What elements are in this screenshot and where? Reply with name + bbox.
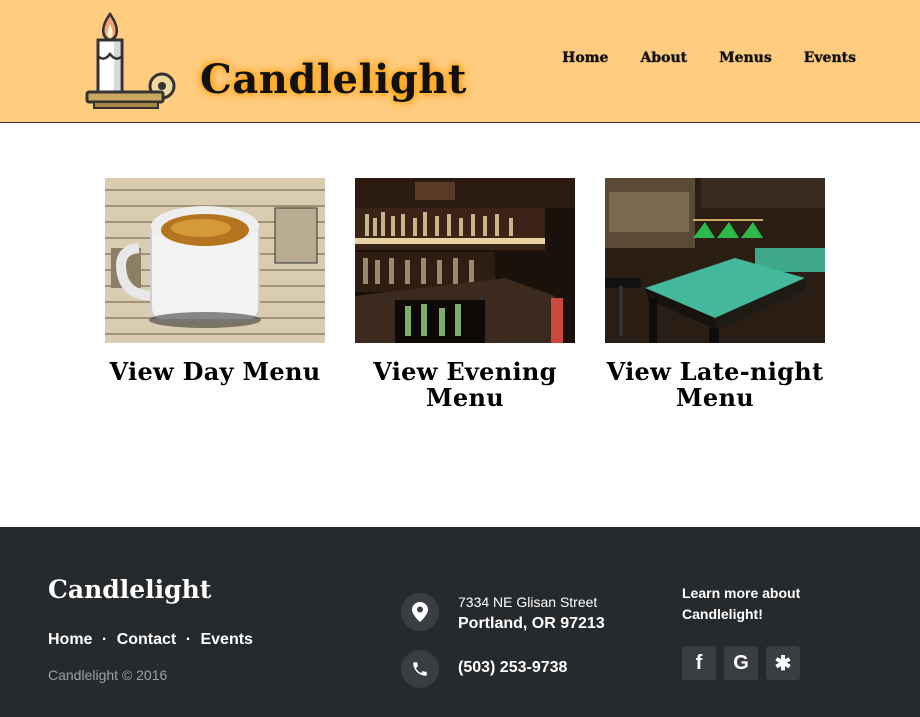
menu-cards: View Day Menu View Evening Menu View Lat… [105,178,825,411]
footer-link-home[interactable]: Home [48,631,92,648]
learn-more-text: Learn more about Candlelight! [682,585,801,622]
address-street: 7334 NE Glisan Street [458,594,598,610]
late-night-menu-link[interactable]: View Late-night Menu [605,359,825,411]
site-title[interactable]: Candlelight [200,56,467,103]
bar-shelves-photo[interactable] [355,178,575,343]
day-menu-link[interactable]: View Day Menu [105,359,325,385]
yelp-icon[interactable]: ✱ [766,646,800,680]
footer-separator: · [185,631,192,648]
nav-events[interactable]: Events [804,50,856,66]
facebook-icon[interactable]: f [682,646,716,680]
candle-logo-icon [85,11,176,109]
site-header: Candlelight Home About Menus Events [0,0,920,123]
pool-table-photo[interactable] [605,178,825,343]
phone-icon [401,650,439,688]
map-marker-icon [401,593,439,631]
evening-menu-link[interactable]: View Evening Menu [355,359,575,411]
coffee-mug-photo[interactable] [105,178,325,343]
nav-menus[interactable]: Menus [719,50,772,66]
footer-links: Home · Contact · Events [48,631,253,649]
copyright: Candlelight © 2016 [48,667,168,683]
day-menu-card[interactable]: View Day Menu [105,178,325,411]
footer-link-events[interactable]: Events [200,631,252,648]
footer-brand: Candlelight [48,575,212,604]
phone-number[interactable]: (503) 253-9738 [458,659,567,677]
main-nav: Home About Menus Events [562,50,856,66]
nav-home[interactable]: Home [562,50,608,66]
address-city: Portland, OR 97213 [458,615,605,632]
footer-separator: · [101,631,108,648]
google-icon[interactable]: G [724,646,758,680]
footer-link-contact[interactable]: Contact [117,631,177,648]
evening-menu-card[interactable]: View Evening Menu [355,178,575,411]
late-night-menu-card[interactable]: View Late-night Menu [605,178,825,411]
nav-about[interactable]: About [640,50,687,66]
site-footer: Candlelight Home · Contact · Events Cand… [0,527,920,717]
